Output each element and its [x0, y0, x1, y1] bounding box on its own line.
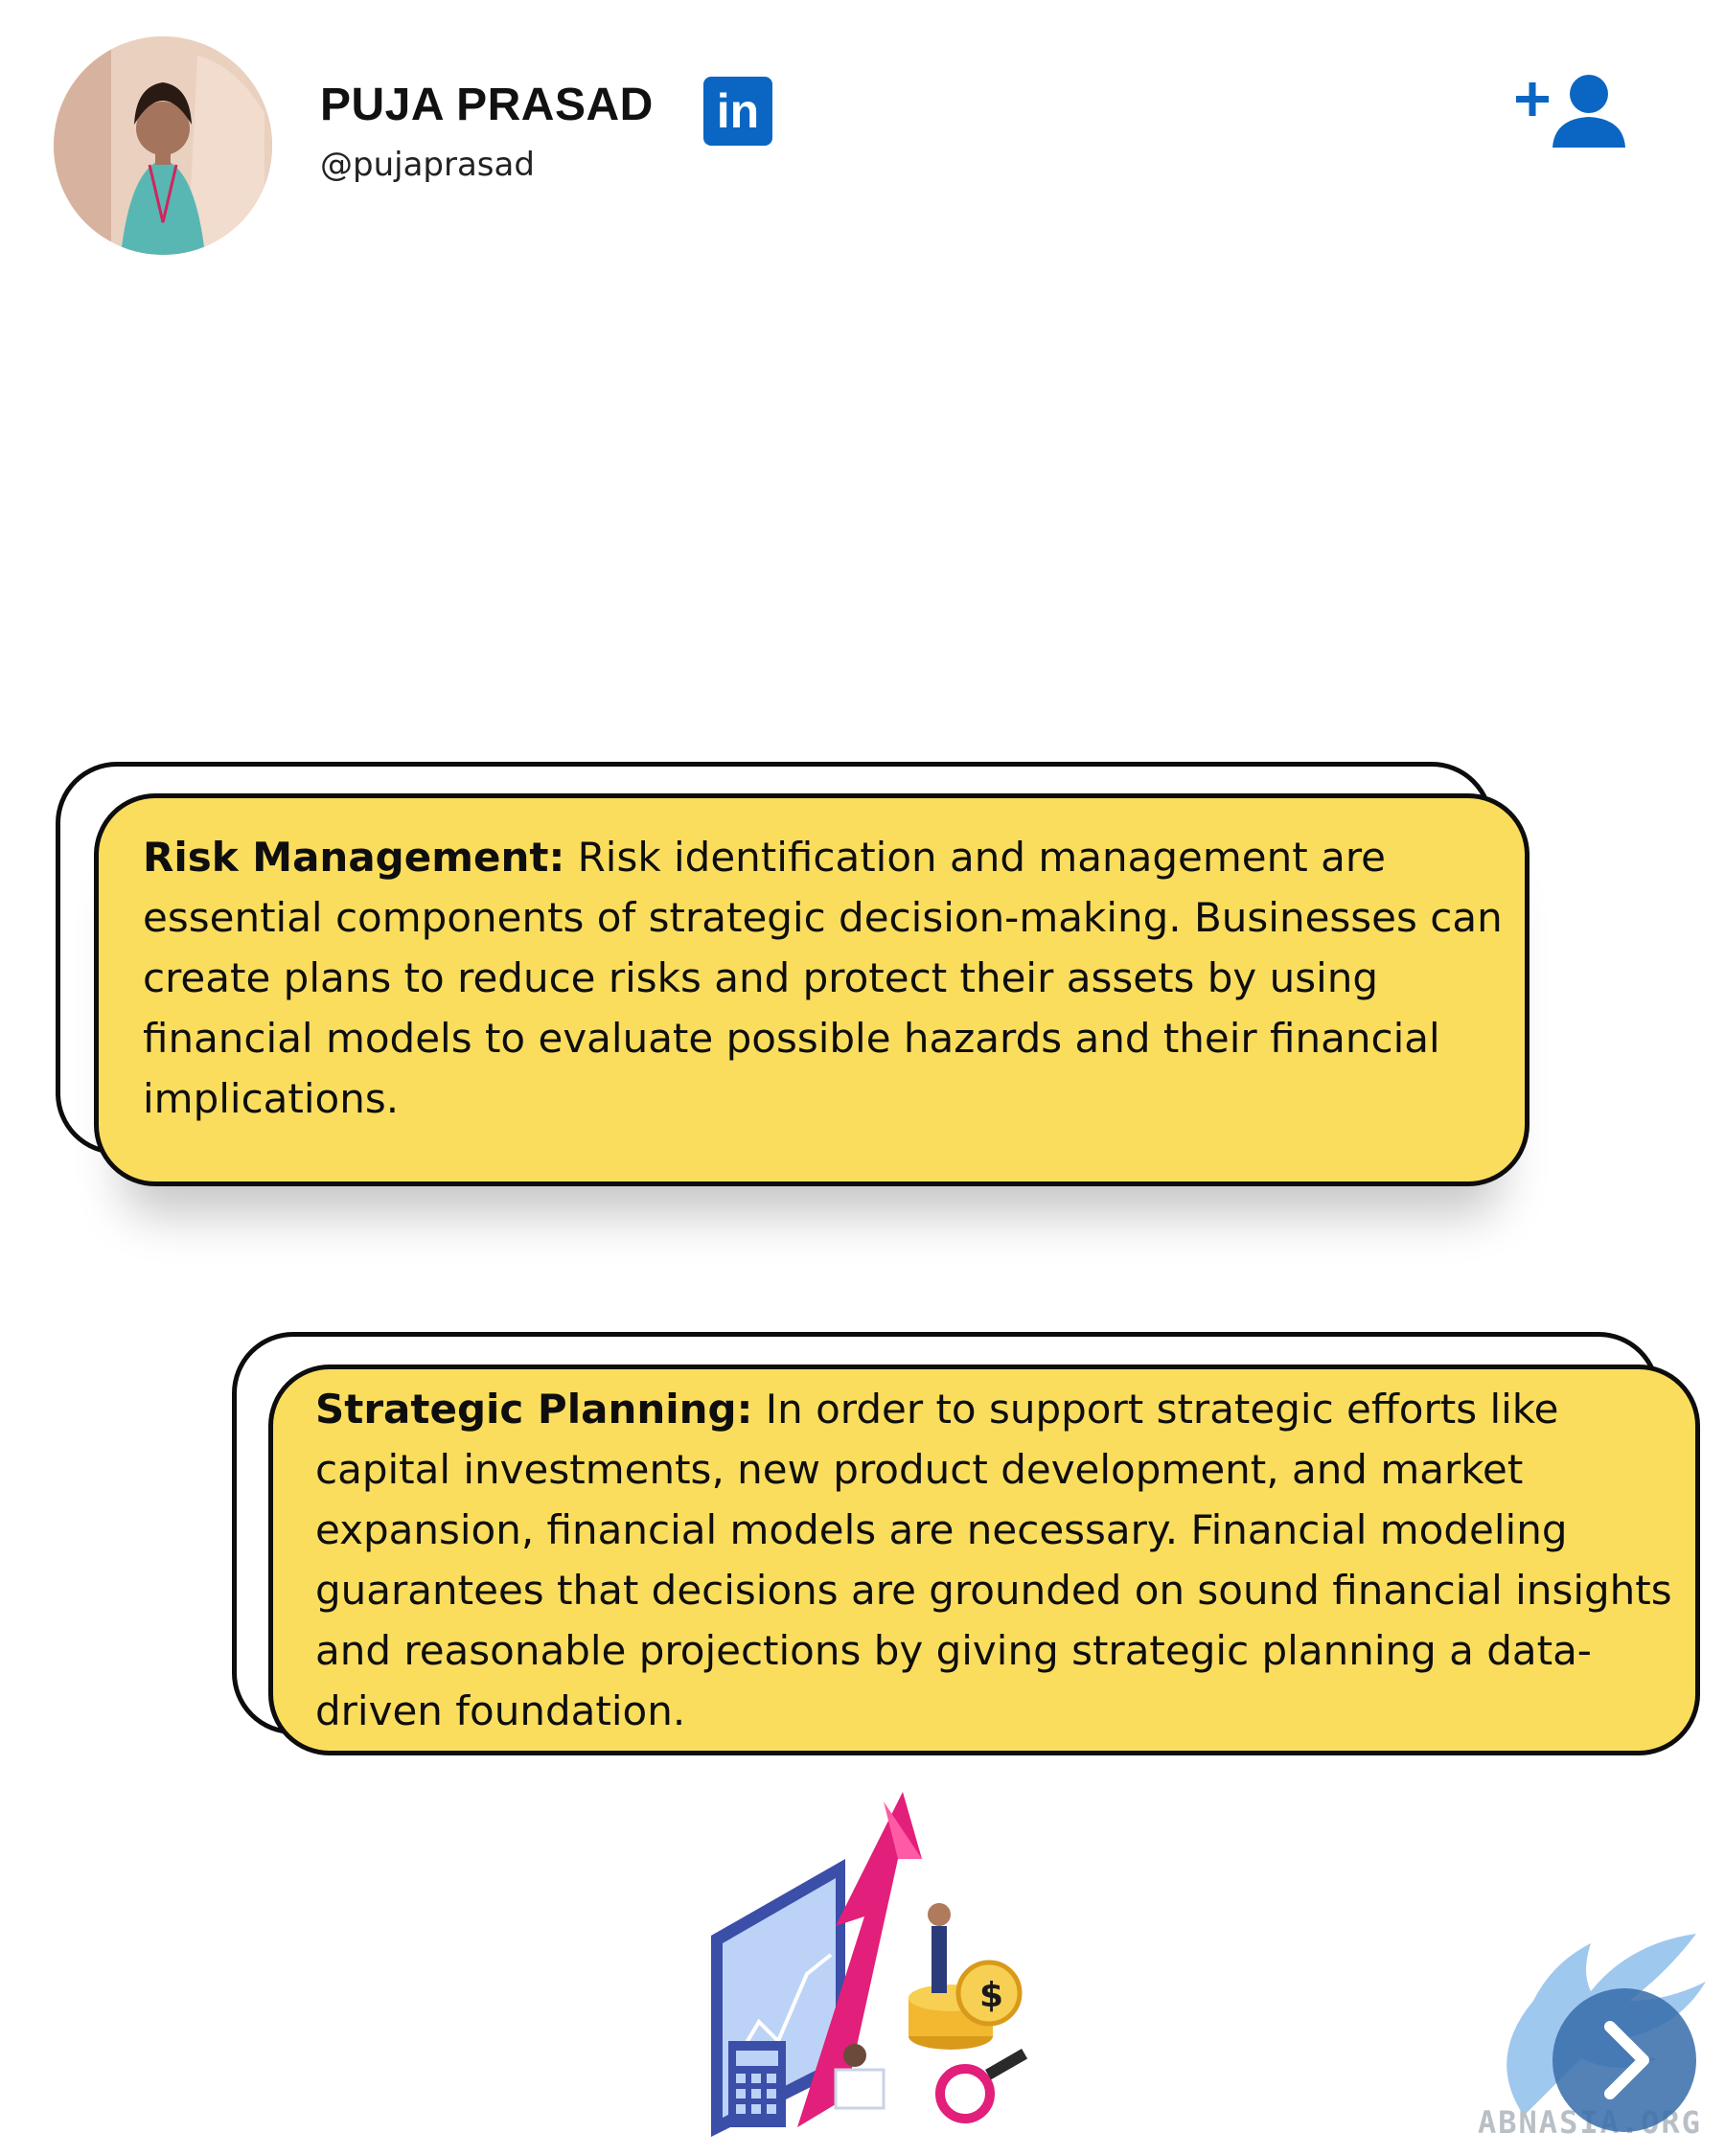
add-user-icon	[1516, 75, 1625, 148]
linkedin-label: in	[716, 84, 760, 138]
add-user-button[interactable]	[1514, 73, 1629, 149]
profile-name: PUJA PRASAD	[320, 80, 654, 130]
risk-management-heading: Risk Management:	[143, 834, 565, 881]
strategic-planning-card: Strategic Planning: In order to support …	[268, 1365, 1700, 1755]
chevron-right-icon	[1604, 2021, 1649, 2099]
profile-handle: @pujaprasad	[320, 146, 535, 184]
risk-management-text: Risk Management: Risk identification and…	[143, 827, 1504, 1129]
linkedin-icon[interactable]: in	[703, 77, 772, 146]
avatar-photo	[54, 36, 272, 255]
growth-chart-illustration: $	[702, 1782, 1027, 2137]
strategic-planning-body: In order to support strategic efforts li…	[315, 1386, 1672, 1734]
next-slide-button[interactable]	[1552, 1988, 1696, 2132]
svg-text:$: $	[979, 1976, 1003, 2015]
profile-avatar	[54, 36, 272, 255]
strategic-planning-heading: Strategic Planning:	[315, 1386, 753, 1433]
risk-management-card: Risk Management: Risk identification and…	[94, 793, 1530, 1186]
strategic-planning-text: Strategic Planning: In order to support …	[315, 1379, 1705, 1741]
